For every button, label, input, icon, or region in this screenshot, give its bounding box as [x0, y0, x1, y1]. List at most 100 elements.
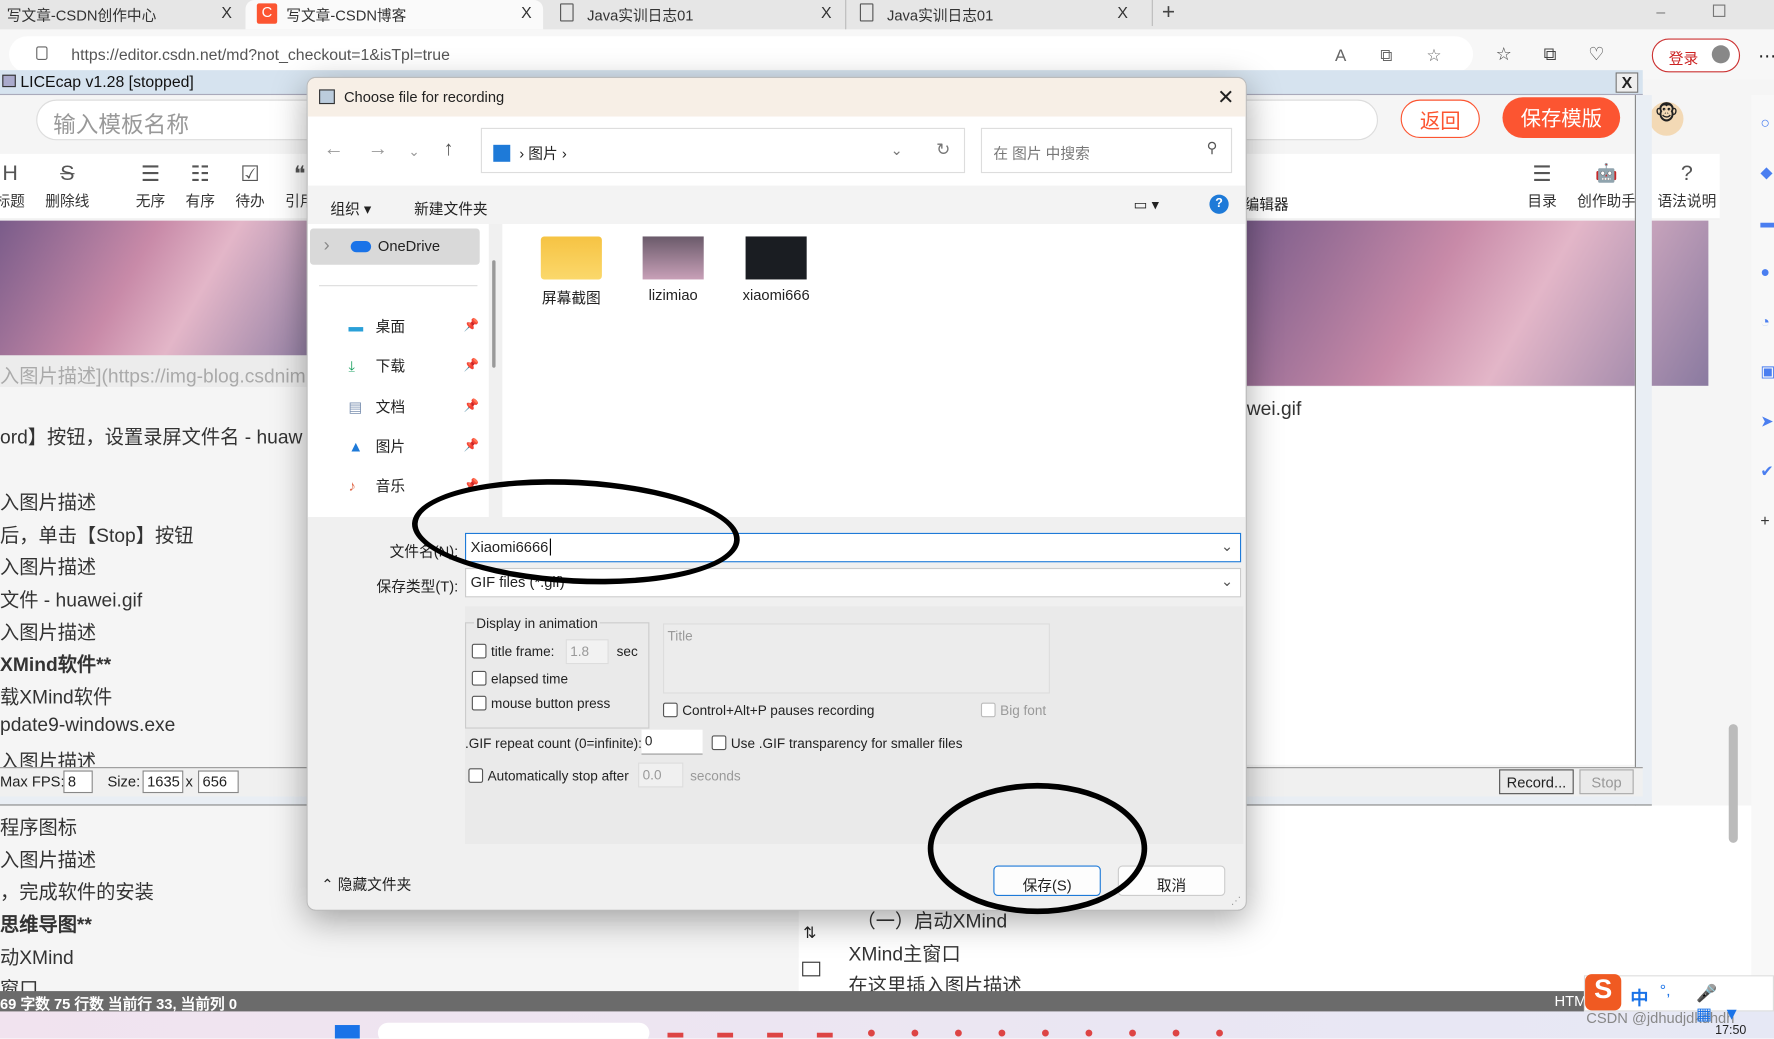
editor-line[interactable]: 入图片描述 — [0, 617, 96, 645]
chevron-down-icon[interactable]: ⌄ — [891, 141, 903, 159]
editor-line[interactable]: 入图片描述](https://img-blog.csdnim — [0, 360, 306, 388]
browser-toolbar-icons[interactable]: ☆⧉♡ — [1496, 43, 1636, 66]
height-input[interactable]: 656 — [197, 770, 239, 794]
avatar[interactable]: 🐵 — [1649, 101, 1684, 136]
tab-java-log-1[interactable]: Java实训日志01 X — [546, 0, 842, 29]
editor-line[interactable]: 文件 - huawei.gif — [0, 584, 142, 612]
nav-onedrive[interactable]: › OneDrive — [309, 228, 480, 265]
title-frame-seconds-input[interactable]: 1.8 — [565, 639, 609, 665]
checkbox[interactable] — [471, 643, 487, 659]
mouse-press-checkbox[interactable]: mouse button press — [471, 695, 610, 712]
editor-line[interactable]: pdate9-windows.exe — [0, 714, 175, 737]
toolbar-heading[interactable]: H 标题 — [0, 162, 25, 211]
toolbar-todo[interactable]: ☑ 待办 — [235, 162, 264, 211]
toolbar-unordered-list[interactable]: ☰ 无序 — [136, 162, 165, 211]
nav-pictures[interactable]: ▲ 图片 — [348, 434, 405, 455]
licecap-close-button[interactable]: X — [1615, 72, 1639, 93]
address-bar[interactable]: https://editor.csdn.net/md?not_checkout=… — [9, 36, 1474, 73]
editor-line[interactable]: 思维导图** — [0, 908, 92, 936]
close-tab-icon[interactable]: X — [221, 3, 232, 21]
up-arrow-icon[interactable]: ↑ — [444, 137, 454, 161]
close-tab-icon[interactable]: X — [1117, 3, 1128, 21]
record-button[interactable]: Record... — [1499, 769, 1574, 795]
save-template-button[interactable]: 保存模版 — [1502, 97, 1621, 139]
big-font-checkbox[interactable]: Big font — [980, 702, 1046, 718]
dialog-title-bar[interactable]: Choose file for recording ✕ — [307, 78, 1246, 117]
minimize-button[interactable]: – — [1656, 2, 1665, 20]
editor-line[interactable]: 入图片描述 — [0, 844, 96, 872]
file-item-xiaomi666[interactable]: xiaomi666 — [731, 236, 822, 303]
organize-menu[interactable]: 组织 ▾ — [330, 197, 371, 218]
toolbar-editor-partial[interactable]: 编辑器 — [1245, 192, 1289, 213]
nav-desktop[interactable]: ▬ 桌面 — [348, 315, 405, 336]
new-folder-button[interactable]: 新建文件夹 — [414, 197, 488, 218]
forward-arrow-icon[interactable]: → — [368, 137, 388, 161]
editor-line[interactable]: 入图片描述 — [0, 486, 96, 514]
checkbox[interactable] — [662, 702, 678, 718]
ime-punct[interactable]: °, — [1660, 981, 1671, 999]
editor-line[interactable]: 后，单击【Stop】按钮 — [0, 519, 193, 547]
new-tab-button[interactable]: + — [1151, 0, 1175, 27]
preview-toggle-icon[interactable] — [802, 961, 821, 977]
file-item-lizimiao[interactable]: lizimiao — [628, 236, 719, 303]
ime-mode[interactable]: 中 — [1630, 983, 1648, 1010]
checkbox[interactable] — [711, 735, 727, 751]
sync-scroll-icon[interactable]: ⇅ — [803, 923, 816, 942]
view-options-icon[interactable]: ▭ ▾ — [1134, 196, 1159, 214]
tab-csdn-blog[interactable]: C 写文章-CSDN博客 X — [245, 0, 544, 30]
search-input[interactable]: 在 图片 中搜索 ⚲ — [980, 127, 1233, 174]
toolbar-strikethrough[interactable]: S 删除线 — [45, 162, 89, 211]
chevron-down-icon[interactable]: ⌄ — [1221, 537, 1233, 555]
edge-sidebar-icons[interactable]: ○◆▬●◔▣➤✔+ — [1760, 97, 1774, 545]
nav-scrollbar-thumb[interactable] — [492, 260, 496, 368]
dialog-close-button[interactable]: ✕ — [1217, 86, 1234, 110]
checkbox[interactable] — [471, 695, 487, 711]
stop-button[interactable]: Stop — [1579, 769, 1634, 795]
sogou-ime-bar[interactable]: S 中 °, 🎤▦▼ — [1583, 974, 1774, 1024]
tab-java-log-2[interactable]: Java实训日志01 X — [845, 0, 1139, 30]
width-input[interactable]: 1635 — [142, 770, 184, 794]
maximize-button[interactable] — [1712, 4, 1726, 17]
help-icon[interactable]: ? — [1209, 194, 1229, 214]
address-actions[interactable]: A⧉☆ — [1335, 45, 1475, 65]
resize-grip-icon[interactable]: ⋰ — [1231, 895, 1241, 907]
clock[interactable]: 17:50 — [1715, 1024, 1746, 1038]
checkbox[interactable] — [471, 670, 487, 686]
auto-stop-seconds-input[interactable]: 0.0 — [638, 762, 684, 788]
ctrl-alt-p-checkbox[interactable]: Control+Alt+P pauses recording — [662, 702, 874, 718]
hide-folders-toggle[interactable]: ⌃ 隐藏文件夹 — [321, 872, 411, 893]
more-icon[interactable]: ⋯ — [1758, 45, 1774, 68]
elapsed-time-checkbox[interactable]: elapsed time — [471, 670, 568, 687]
ime-tool-icons[interactable]: 🎤▦▼ — [1696, 983, 1773, 1024]
toolbar-syntax-help[interactable]: ? 语法说明 — [1657, 162, 1716, 211]
taskbar-app-icons[interactable]: ▬▬▬▬●●●●●●●●● — [668, 1023, 1259, 1039]
login-button[interactable]: 登录 — [1651, 38, 1741, 73]
refresh-icon[interactable]: ↻ — [936, 139, 950, 159]
title-frame-checkbox[interactable]: title frame: — [471, 643, 554, 660]
title-text-input[interactable]: Title — [662, 623, 1050, 694]
checkbox[interactable] — [468, 768, 484, 783]
editor-line[interactable]: 程序图标 — [0, 811, 77, 839]
checkbox[interactable] — [980, 702, 996, 718]
recent-dropdown-icon[interactable]: ⌄ — [408, 144, 419, 160]
editor-line[interactable]: ，完成软件的安装 — [0, 876, 154, 904]
max-fps-input[interactable]: 8 — [63, 770, 93, 794]
nav-music[interactable]: ♪ 音乐 — [348, 474, 405, 495]
close-tab-icon[interactable]: X — [521, 3, 532, 21]
breadcrumb-pictures[interactable]: 图片 — [528, 145, 557, 162]
toolbar-toc[interactable]: ☰ 目录 — [1527, 162, 1556, 211]
editor-line[interactable]: 入图片描述 — [0, 551, 96, 579]
start-icon[interactable] — [334, 1025, 360, 1039]
file-item-screenshots-folder[interactable]: 屏幕截图 — [526, 236, 617, 307]
editor-line[interactable]: XMind软件** — [0, 648, 111, 676]
taskbar-search[interactable] — [377, 1022, 650, 1039]
nav-downloads[interactable]: ⤓ 下载 — [348, 354, 405, 375]
gif-transparency-checkbox[interactable]: Use .GIF transparency for smaller files — [711, 735, 963, 751]
editor-line[interactable]: 载XMind软件 — [0, 681, 112, 709]
editor-line[interactable]: ord】按钮，设置录屏文件名 - huaw — [0, 421, 302, 449]
back-arrow-icon[interactable]: ← — [324, 137, 344, 161]
repeat-count-input[interactable]: 0 — [641, 729, 703, 755]
auto-stop-checkbox[interactable]: Automatically stop after — [468, 768, 629, 784]
back-button[interactable]: 返回 — [1400, 99, 1480, 139]
close-tab-icon[interactable]: X — [821, 3, 832, 21]
